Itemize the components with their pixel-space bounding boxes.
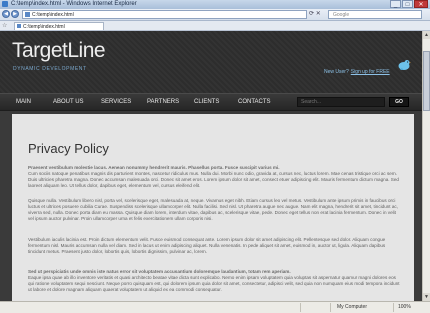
paragraph-1-lead: Praesent vestibulum molestie lacus. Aene… xyxy=(28,165,280,170)
scrollbar-thumb[interactable] xyxy=(423,51,430,111)
paragraph-2: Quisque nulla. Vestibulum libero nisl, p… xyxy=(28,198,402,234)
content-panel: Privacy Policy Praesent vestibulum moles… xyxy=(12,114,414,301)
page-title: Privacy Policy xyxy=(28,141,109,156)
site-tagline: DYNAMIC DEVELOPMENT xyxy=(13,66,87,72)
forward-button[interactable]: ▶ xyxy=(11,10,19,18)
address-bar: ◀ ▶ C:\temp\index.html ⟳ ✕ Google xyxy=(0,9,430,21)
page-viewport: TargetLine DYNAMIC DEVELOPMENT New User?… xyxy=(0,31,422,301)
signup-link[interactable]: Sign up for FREE xyxy=(351,69,390,75)
status-divider xyxy=(330,303,331,312)
window-controls: _ □ ✕ xyxy=(390,0,428,9)
status-bar: My Computer 100% xyxy=(0,301,430,313)
site-logo[interactable]: TargetLine xyxy=(12,39,106,63)
new-user-text: New User? xyxy=(324,69,349,75)
nav-clients[interactable]: CLIENTS xyxy=(194,94,219,110)
paragraph-4-lead: Sed ut perspiciatis unde omnis iste natu… xyxy=(28,269,291,274)
paragraph-1: Praesent vestibulum molestie lacus. Aene… xyxy=(28,165,402,195)
new-user-prompt: New User? Sign up for FREE xyxy=(324,69,390,75)
nav-partners[interactable]: PARTNERS xyxy=(147,94,179,110)
tab-bar: ☆ C:\temp\index.html xyxy=(0,21,430,31)
main-nav: MAIN ABOUT US SERVICES PARTNERS CLIENTS … xyxy=(0,93,422,111)
nav-about-us[interactable]: ABOUT US xyxy=(53,94,84,110)
favorites-star-icon[interactable]: ☆ xyxy=(2,22,7,29)
site-search-input[interactable]: Search... xyxy=(297,97,385,107)
page-icon xyxy=(25,12,30,17)
go-button[interactable]: GO xyxy=(389,97,409,107)
window-title: C:\temp\index.html - Windows Internet Ex… xyxy=(11,1,137,7)
maximize-button[interactable]: □ xyxy=(402,0,413,8)
paragraph-3-body: Vestibulum iaculis lacinia est. Proin di… xyxy=(28,237,386,254)
address-input[interactable]: C:\temp\index.html xyxy=(22,10,307,19)
tab-current[interactable]: C:\temp\index.html xyxy=(14,22,104,30)
site-search-placeholder: Search... xyxy=(301,99,322,105)
zoom-level[interactable]: 100% xyxy=(398,303,411,312)
nav-contacts[interactable]: CONTACTS xyxy=(238,94,271,110)
paragraph-3: Vestibulum iaculis lacinia est. Proin di… xyxy=(28,237,402,267)
back-button[interactable]: ◀ xyxy=(2,10,10,18)
site-header: TargetLine DYNAMIC DEVELOPMENT New User?… xyxy=(0,31,422,93)
nav-services[interactable]: SERVICES xyxy=(101,94,131,110)
vertical-scrollbar[interactable]: ▲ ▼ xyxy=(422,31,430,301)
paragraph-4-body: Eaque ipsa quae ab illo inventore verita… xyxy=(28,275,400,292)
status-divider xyxy=(300,303,301,312)
address-text: C:\temp\index.html xyxy=(32,12,74,18)
nav-main[interactable]: MAIN xyxy=(16,94,31,110)
tab-page-icon xyxy=(17,24,21,28)
twitter-bird-icon[interactable] xyxy=(397,59,411,71)
security-zone: My Computer xyxy=(337,304,368,310)
browser-search-placeholder: Google xyxy=(333,12,350,18)
paragraph-4: Sed ut perspiciatis unde omnis iste natu… xyxy=(28,269,402,301)
close-button[interactable]: ✕ xyxy=(414,0,428,8)
scroll-up-icon[interactable]: ▲ xyxy=(423,31,430,39)
scroll-down-icon[interactable]: ▼ xyxy=(423,293,430,301)
refresh-icon[interactable]: ⟳ ✕ xyxy=(309,10,321,17)
paragraph-1-body: Cum sociis natoque penatibus magnis dis … xyxy=(28,171,399,188)
browser-search-input[interactable]: Google xyxy=(328,10,422,19)
paragraph-2-body: Quisque nulla. Vestibulum libero nisl, p… xyxy=(28,198,398,221)
status-divider xyxy=(393,303,394,312)
tab-label: C:\temp\index.html xyxy=(23,24,65,30)
minimize-button[interactable]: _ xyxy=(390,0,401,8)
ie-logo-icon xyxy=(2,1,8,7)
